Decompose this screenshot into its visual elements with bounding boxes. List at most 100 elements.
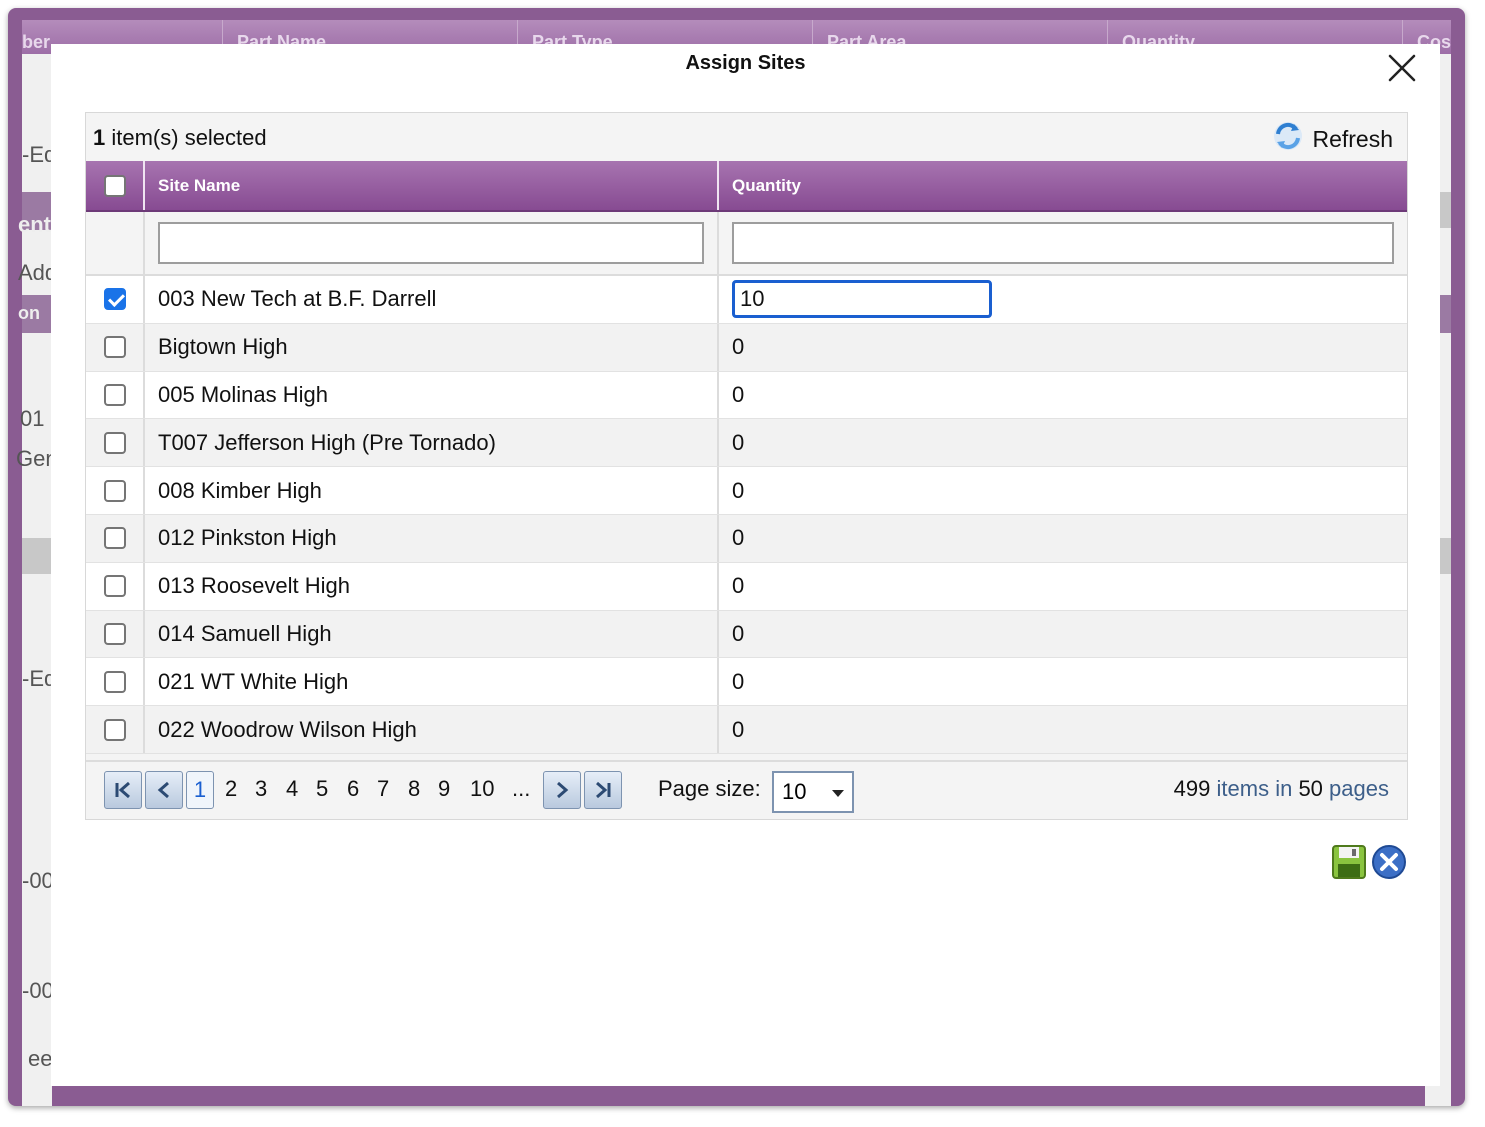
site-name-cell: 022 Woodrow Wilson High (145, 706, 719, 753)
table-row[interactable]: Bigtown High 0 (86, 323, 1407, 372)
site-name-cell: 005 Molinas High (145, 371, 719, 419)
page-number[interactable]: 8 (408, 776, 420, 802)
bg-fragment: 01 (20, 406, 45, 431)
row-checkbox[interactable] (103, 288, 126, 311)
filter-row (86, 212, 1407, 276)
grid-rows: 003 New Tech at B.F. Darrell Bigtown Hig… (86, 276, 1407, 754)
page-size-label: Page size: (658, 776, 761, 801)
quantity-cell[interactable]: 0 (719, 467, 1407, 514)
first-page-button[interactable] (104, 771, 142, 809)
page-number[interactable]: 6 (347, 776, 359, 802)
page-number[interactable]: 9 (438, 776, 450, 802)
quantity-cell[interactable]: 0 (719, 563, 1407, 610)
site-name-cell: T007 Jefferson High (Pre Tornado) (145, 419, 719, 467)
row-checkbox-cell (86, 371, 145, 419)
row-checkbox[interactable] (103, 479, 126, 502)
pager: 1 2 3 4 5 6 7 8 9 10 ... Page size: 10 4… (86, 760, 1407, 819)
pages-text: pages (1329, 776, 1389, 801)
site-name-cell: 008 Kimber High (145, 467, 719, 514)
site-name-cell: 003 New Tech at B.F. Darrell (145, 276, 719, 323)
quantity-cell[interactable]: 0 (719, 419, 1407, 466)
row-checkbox[interactable] (103, 383, 126, 406)
dialog-actions (1331, 844, 1407, 880)
more-pages[interactable]: ... (512, 776, 530, 802)
table-row[interactable]: 008 Kimber High 0 (86, 467, 1407, 515)
row-checkbox-cell (86, 610, 145, 658)
quantity-cell[interactable]: 0 (719, 324, 1407, 371)
header-select-all-cell (86, 161, 145, 210)
quantity-cell[interactable]: 0 (719, 611, 1407, 658)
page-number[interactable]: 5 (316, 776, 328, 802)
grid-header: Site Name Quantity (86, 161, 1407, 212)
page-size-select[interactable]: 10 (772, 771, 854, 813)
total-items: 499 (1173, 776, 1211, 801)
quantity-cell[interactable]: 0 (719, 372, 1407, 419)
total-pages: 50 (1298, 776, 1323, 801)
row-checkbox[interactable] (103, 622, 126, 645)
quantity-cell[interactable]: 0 (719, 706, 1407, 753)
chevron-left-icon (157, 781, 169, 799)
quantity-filter-input[interactable] (732, 222, 1394, 264)
select-all-checkbox[interactable] (103, 174, 126, 197)
row-checkbox-cell (86, 706, 145, 753)
page-number[interactable]: 4 (286, 776, 298, 802)
table-row[interactable]: 022 Woodrow Wilson High 0 (86, 706, 1407, 754)
table-row[interactable]: 014 Samuell High 0 (86, 610, 1407, 659)
row-checkbox-cell (86, 467, 145, 514)
table-row[interactable]: 012 Pinkston High 0 (86, 514, 1407, 563)
row-checkbox[interactable] (103, 336, 126, 359)
bg-fragment: ent (18, 212, 51, 237)
site-name-filter-input[interactable] (158, 222, 704, 264)
cancel-icon[interactable] (1371, 844, 1407, 880)
quantity-cell[interactable]: 0 (719, 515, 1407, 562)
page-number[interactable]: 7 (377, 776, 389, 802)
quantity-cell[interactable]: 0 (719, 658, 1407, 705)
items-in-text: items in (1216, 776, 1293, 801)
column-header-quantity[interactable]: Quantity (719, 161, 1407, 210)
page-number[interactable]: 2 (225, 776, 237, 802)
refresh-button[interactable]: Refresh (1272, 120, 1393, 158)
close-icon[interactable] (1386, 52, 1418, 84)
pager-info: 499 items in 50 pages (1174, 776, 1389, 802)
column-header-site-name[interactable]: Site Name (145, 161, 719, 210)
quantity-edit-input[interactable] (732, 280, 992, 319)
table-row[interactable]: 021 WT White High 0 (86, 658, 1407, 707)
page-size-value: 10 (782, 779, 807, 804)
page-number-current[interactable]: 1 (186, 771, 214, 809)
previous-page-button[interactable] (145, 771, 183, 809)
refresh-icon (1272, 120, 1304, 158)
site-name-cell: Bigtown High (145, 323, 719, 371)
grid-toolbar: 1 item(s) selected Refresh (86, 113, 1407, 161)
row-checkbox[interactable] (103, 527, 126, 550)
selected-text: item(s) selected (105, 125, 267, 150)
selection-status: 1 item(s) selected (93, 125, 267, 151)
chevron-right-icon (557, 781, 569, 799)
bg-fragment: on (18, 303, 40, 323)
last-page-icon (596, 781, 611, 799)
next-page-button[interactable] (543, 771, 581, 809)
first-page-icon (115, 781, 130, 799)
caret-down-icon (832, 790, 844, 797)
site-name-cell: 013 Roosevelt High (145, 562, 719, 610)
row-checkbox-cell (86, 514, 145, 562)
dialog-title: Assign Sites (685, 52, 806, 74)
table-row[interactable]: 013 Roosevelt High 0 (86, 562, 1407, 611)
row-checkbox[interactable] (103, 575, 126, 598)
selected-count: 1 (93, 125, 106, 150)
page-number[interactable]: 10 (470, 776, 494, 802)
page-number[interactable]: 3 (255, 776, 267, 802)
table-row[interactable]: 005 Molinas High 0 (86, 371, 1407, 420)
row-checkbox[interactable] (103, 431, 126, 454)
table-row[interactable]: 003 New Tech at B.F. Darrell (86, 276, 1407, 324)
bg-band (22, 538, 52, 574)
last-page-button[interactable] (584, 771, 622, 809)
site-name-cell: 014 Samuell High (145, 610, 719, 658)
filter-spacer (86, 212, 145, 274)
save-icon[interactable] (1331, 844, 1367, 880)
quantity-cell (719, 276, 1407, 323)
row-checkbox[interactable] (103, 670, 126, 693)
site-name-cell: 021 WT White High (145, 658, 719, 706)
filter-cell-quantity (719, 212, 1407, 274)
row-checkbox[interactable] (103, 718, 126, 741)
table-row[interactable]: T007 Jefferson High (Pre Tornado) 0 (86, 419, 1407, 468)
